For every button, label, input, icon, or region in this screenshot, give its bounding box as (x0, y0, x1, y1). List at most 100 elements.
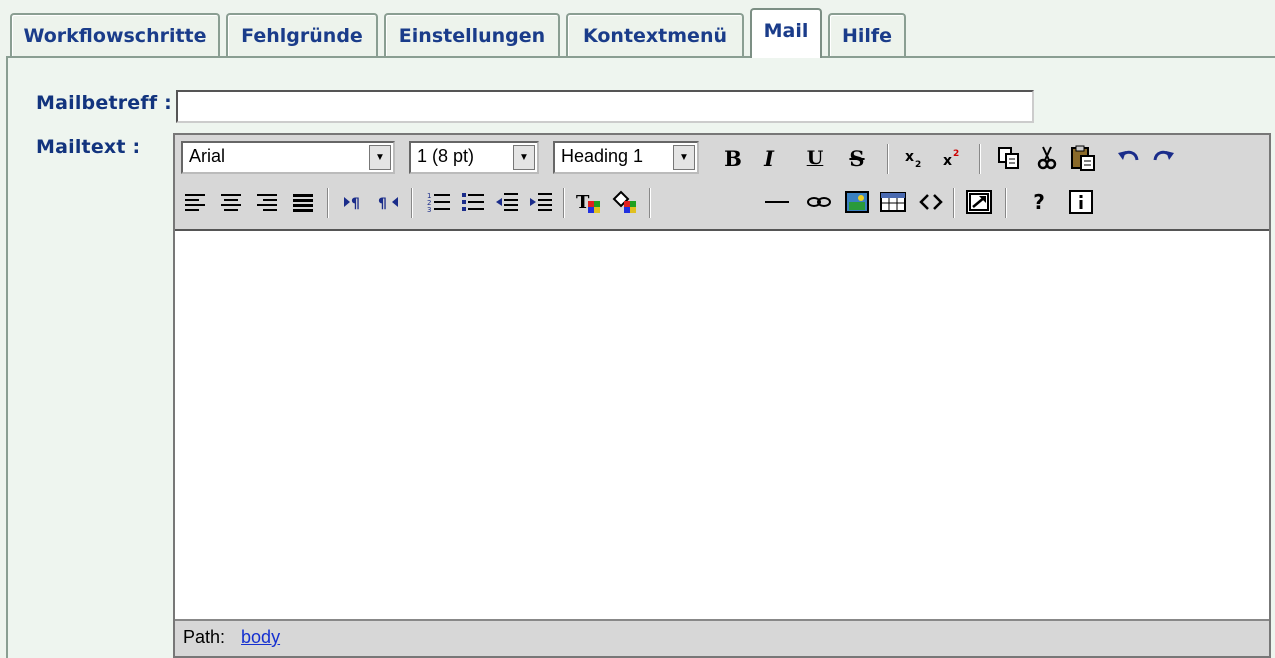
toolbar-separator (979, 144, 981, 174)
strikethrough-button[interactable]: S (843, 143, 871, 173)
format-value: Heading 1 (561, 146, 644, 166)
undo-icon (1118, 150, 1139, 161)
tab-mail[interactable]: Mail (750, 8, 822, 58)
copy-button[interactable] (995, 143, 1023, 173)
redo-icon (1153, 150, 1174, 161)
text-color-button[interactable]: T (575, 187, 603, 217)
align-left-button[interactable] (181, 187, 209, 217)
paste-icon (1071, 145, 1095, 171)
text-direction-rtl-icon: ¶ (378, 196, 398, 212)
editor-content-area[interactable] (175, 231, 1269, 621)
tab-label: Einstellungen (398, 24, 546, 47)
rich-text-editor: Arial ▼ 1 (8 pt) ▼ Heading 1 ▼ B I U S x… (173, 133, 1271, 658)
editor-toolbar: Arial ▼ 1 (8 pt) ▼ Heading 1 ▼ B I U S x… (175, 135, 1269, 231)
tab-kontextmenue[interactable]: Kontextmenü (566, 13, 744, 56)
path-label: Path: (183, 627, 226, 647)
path-body-link[interactable]: body (241, 627, 280, 647)
bold-icon: B (724, 145, 742, 171)
subject-label: Mailbetreff : (36, 92, 172, 114)
insert-image-button[interactable] (843, 187, 871, 217)
about-button[interactable] (1067, 187, 1095, 217)
indent-button[interactable] (527, 187, 555, 217)
format-select[interactable]: Heading 1 ▼ (553, 141, 699, 174)
subscript-icon: x2 (905, 149, 921, 170)
font-family-value: Arial (189, 146, 226, 166)
insert-table-button[interactable] (879, 187, 907, 217)
svg-text:¶: ¶ (378, 196, 387, 212)
align-justify-button[interactable] (289, 187, 317, 217)
tab-label: Fehlgründe (241, 24, 363, 47)
font-size-value: 1 (8 pt) (417, 146, 475, 166)
body-label: Mailtext : (36, 136, 141, 158)
info-icon (1069, 190, 1093, 214)
toolbar-separator (327, 188, 329, 218)
ordered-list-button[interactable]: 123 (425, 187, 453, 217)
font-size-select[interactable]: 1 (8 pt) ▼ (409, 141, 539, 174)
align-left-icon (185, 194, 205, 211)
align-center-button[interactable] (217, 187, 245, 217)
unordered-list-button[interactable] (459, 187, 487, 217)
toolbar-separator (649, 188, 651, 218)
italic-button[interactable]: I (755, 143, 783, 173)
redo-button[interactable] (1149, 143, 1177, 173)
underline-button[interactable]: U (801, 143, 829, 173)
cut-button[interactable] (1033, 143, 1061, 173)
insert-link-button[interactable] (805, 187, 833, 217)
toolbar-separator (563, 188, 565, 218)
undo-button[interactable] (1115, 143, 1143, 173)
svg-text:x: x (905, 149, 914, 165)
subscript-button[interactable]: x2 (901, 143, 929, 173)
ordered-list-icon: 123 (427, 192, 450, 214)
tab-label: Kontextmenü (582, 24, 727, 47)
fullscreen-button[interactable] (965, 187, 993, 217)
chevron-down-icon: ▼ (369, 145, 391, 170)
superscript-button[interactable]: x2 (939, 143, 967, 173)
align-right-icon (257, 194, 277, 211)
superscript-icon: x2 (943, 149, 959, 169)
outdent-button[interactable] (493, 187, 521, 217)
svg-text:¶: ¶ (351, 196, 360, 212)
code-icon (919, 194, 943, 210)
indent-icon (530, 193, 552, 211)
subject-input[interactable] (176, 90, 1034, 123)
image-icon (845, 191, 869, 213)
scissors-icon (1037, 146, 1057, 170)
toolbar-separator (411, 188, 413, 218)
bold-button[interactable]: B (719, 143, 747, 173)
svg-text:3: 3 (427, 206, 431, 214)
font-family-select[interactable]: Arial ▼ (181, 141, 395, 174)
align-right-button[interactable] (253, 187, 281, 217)
svg-text:T: T (576, 192, 590, 213)
svg-text:2: 2 (915, 160, 921, 170)
tab-label: Mail (763, 20, 809, 42)
toolbar-separator (953, 188, 955, 218)
copy-icon (998, 147, 1019, 169)
svg-text:x: x (943, 153, 952, 169)
align-center-icon (221, 194, 241, 211)
tab-bar: Workflowschritte Fehlgründe Einstellunge… (0, 0, 1275, 58)
unordered-list-icon (462, 193, 484, 211)
tab-label: Hilfe (841, 24, 893, 47)
html-source-button[interactable] (917, 187, 945, 217)
tab-fehlgruende[interactable]: Fehlgründe (226, 13, 378, 56)
help-icon: ? (1033, 190, 1045, 214)
text-color-icon: T (576, 192, 600, 213)
rtl-button[interactable]: ¶ (375, 187, 403, 217)
tab-einstellungen[interactable]: Einstellungen (384, 13, 560, 56)
paste-button[interactable] (1069, 143, 1097, 173)
paint-bucket-icon (612, 190, 636, 213)
underline-icon: U (806, 147, 824, 169)
horizontal-rule-button[interactable] (763, 187, 791, 217)
horizontal-rule-icon (765, 201, 789, 203)
help-button[interactable]: ? (1025, 187, 1053, 217)
tab-workflowschritte[interactable]: Workflowschritte (10, 13, 220, 56)
strikethrough-icon: S (849, 145, 865, 171)
tab-label: Workflowschritte (23, 24, 207, 47)
ltr-button[interactable]: ¶ (339, 187, 367, 217)
text-direction-ltr-icon: ¶ (344, 196, 360, 212)
table-icon (880, 192, 906, 212)
tab-hilfe[interactable]: Hilfe (828, 13, 906, 56)
background-color-button[interactable] (611, 187, 639, 217)
toolbar-separator (887, 144, 889, 174)
outdent-icon (496, 193, 518, 211)
